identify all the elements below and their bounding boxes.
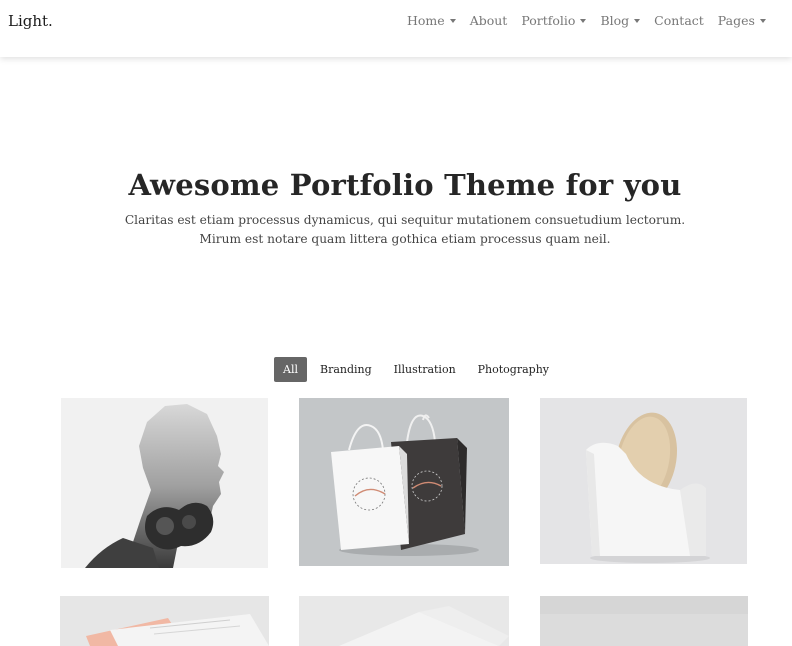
nav-item-label: Home	[407, 13, 445, 28]
caret-down-icon	[634, 19, 641, 23]
filter-illustration[interactable]: Illustration	[383, 357, 467, 382]
portfolio-item-paper[interactable]	[299, 596, 509, 646]
caret-down-icon	[759, 19, 766, 23]
hero-subtitle: Claritas est etiam processus dynamicus, …	[124, 213, 686, 246]
caret-down-icon	[580, 19, 587, 23]
portfolio-filters: All Branding Illustration Photography	[274, 357, 560, 382]
nav-item-pages[interactable]: Pages	[718, 13, 766, 28]
brand-logo[interactable]: Light.	[8, 12, 53, 30]
nav-item-blog[interactable]: Blog	[600, 13, 641, 28]
portfolio-item-shopping-bags[interactable]	[299, 398, 509, 566]
portrait-image	[61, 398, 268, 568]
filter-all[interactable]: All	[274, 357, 307, 382]
navbar: Light. Home About Portfolio Blog Contact…	[0, 0, 792, 57]
hero-title: Awesome Portfolio Theme for you	[128, 168, 682, 202]
nav-item-label: Portfolio	[521, 13, 576, 28]
nav-item-label: Contact	[654, 13, 704, 28]
nav-item-about[interactable]: About	[470, 13, 508, 28]
filter-branding[interactable]: Branding	[309, 357, 383, 382]
caret-down-icon	[449, 19, 456, 23]
vase-image	[540, 398, 747, 564]
grey-image	[540, 596, 748, 646]
nav-item-label: Pages	[717, 13, 755, 28]
portfolio-item-vase[interactable]	[540, 398, 747, 564]
filter-photography[interactable]: Photography	[467, 357, 560, 382]
nav-item-contact[interactable]: Contact	[654, 13, 704, 28]
portfolio-item-portrait[interactable]	[61, 398, 268, 568]
main-nav: Home About Portfolio Blog Contact Pages	[407, 13, 780, 28]
stationery-image	[60, 596, 269, 646]
paper-image	[299, 596, 509, 646]
shopping-bag-image	[299, 398, 509, 566]
nav-item-label: About	[469, 13, 508, 28]
portfolio-item-grey[interactable]	[540, 596, 748, 646]
nav-item-portfolio[interactable]: Portfolio	[521, 13, 587, 28]
nav-item-home[interactable]: Home	[407, 13, 456, 28]
portfolio-item-stationery[interactable]	[60, 596, 269, 646]
nav-item-label: Blog	[600, 13, 630, 28]
